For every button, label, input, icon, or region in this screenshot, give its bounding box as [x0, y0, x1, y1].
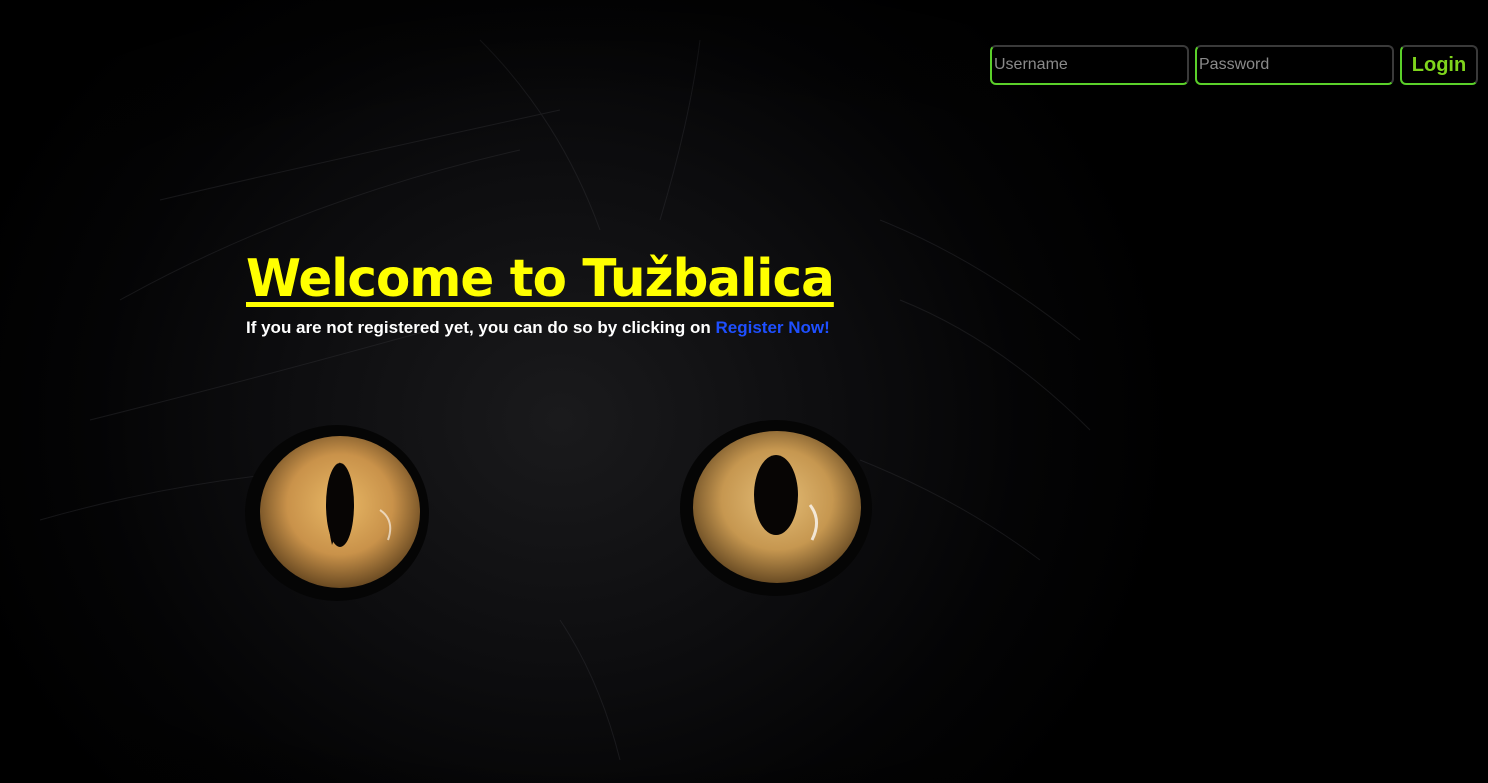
cat-background-image [0, 0, 1488, 783]
login-form: Login [990, 45, 1478, 85]
registration-prompt: If you are not registered yet, you can d… [246, 318, 858, 338]
page-title: Welcome to Tužbalica [246, 249, 835, 309]
login-button[interactable]: Login [1400, 45, 1478, 85]
password-input[interactable] [1195, 45, 1394, 85]
welcome-section: Welcome to Tužbalica If you are not regi… [246, 246, 858, 338]
register-now-link[interactable]: Register Now! [716, 318, 830, 337]
page-background: Login Welcome to Tužbalica If you are no… [0, 0, 1488, 783]
registration-prompt-text: If you are not registered yet, you can d… [246, 318, 711, 337]
username-input[interactable] [990, 45, 1189, 85]
